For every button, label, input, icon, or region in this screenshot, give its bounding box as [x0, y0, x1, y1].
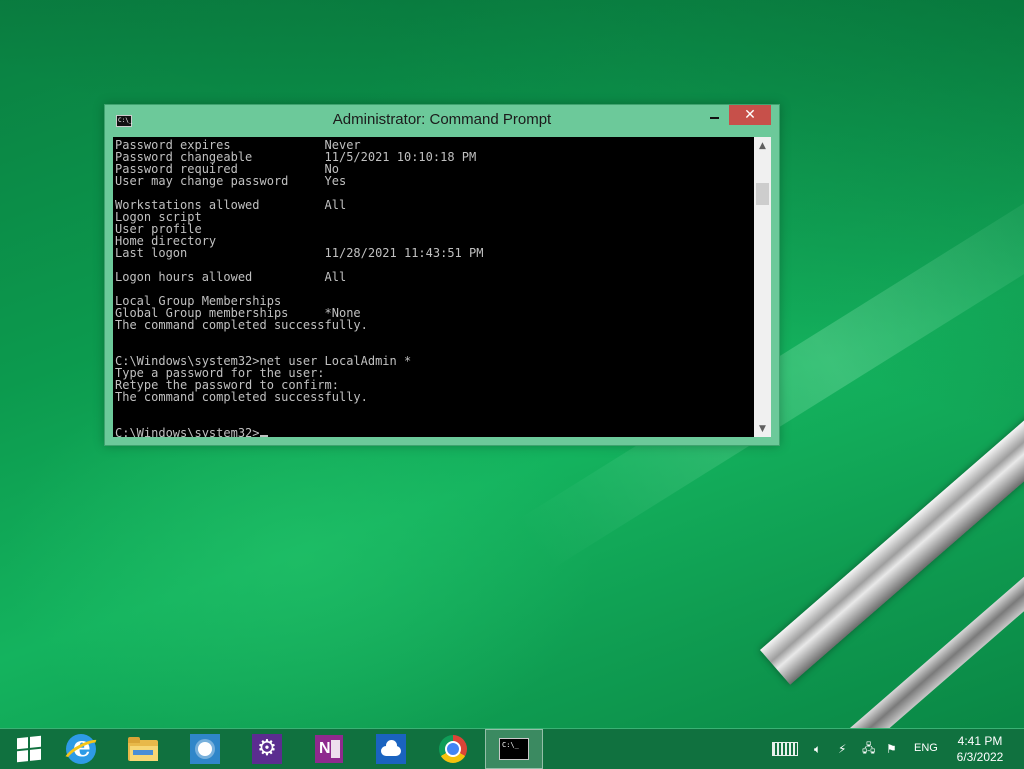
clock[interactable]: 4:41 PM 6/3/2022 — [950, 733, 1010, 765]
start-button[interactable] — [0, 729, 58, 769]
clock-date: 6/3/2022 — [956, 750, 1004, 764]
battery-icon: ⚡︎ — [838, 742, 847, 756]
chrome-icon — [439, 735, 467, 763]
scroll-down-button[interactable]: ▼ — [754, 420, 771, 437]
cloud-icon — [376, 734, 406, 764]
scrollbar-thumb[interactable] — [756, 183, 769, 205]
minimize-icon — [709, 117, 719, 119]
folder-icon — [128, 737, 158, 761]
scroll-up-button[interactable]: ▲ — [754, 137, 771, 154]
console-text: Password expires Never Password changeab… — [113, 137, 754, 437]
taskbar: ⚙ N C:\_ 🔈︎ ⚡︎ 🖧︎ ⚑ ENG 4:41 PM 6/3/2022 — [0, 728, 1024, 769]
power-button[interactable]: ⚡︎ — [838, 740, 846, 758]
window-titlebar[interactable]: C:\_ Administrator: Command Prompt ✕ — [105, 105, 779, 137]
taskbar-item-weather[interactable] — [176, 729, 234, 769]
speaker-muted-icon: 🔈︎ — [814, 741, 822, 756]
action-center-button[interactable]: ⚑ — [886, 740, 897, 758]
internet-explorer-icon — [66, 730, 96, 764]
sun-icon — [190, 734, 220, 764]
gear-icon: ⚙ — [252, 734, 282, 764]
network-icon: 🖧︎ — [862, 740, 876, 755]
volume-button[interactable]: 🔈︎ — [814, 740, 821, 758]
window-title: Administrator: Command Prompt — [332, 111, 552, 128]
taskbar-item-onedrive[interactable] — [362, 729, 420, 769]
windows-logo-icon — [17, 735, 41, 763]
taskbar-item-settings[interactable]: ⚙ — [238, 729, 296, 769]
keyboard-icon — [772, 742, 798, 756]
taskbar-item-onenote[interactable]: N — [300, 729, 358, 769]
close-icon: ✕ — [744, 107, 756, 123]
command-prompt-icon: C:\_ — [499, 738, 529, 760]
taskbar-item-internet-explorer[interactable] — [52, 729, 110, 769]
chevron-up-icon: ▲ — [759, 140, 766, 151]
vertical-scrollbar[interactable]: ▲ ▼ — [754, 137, 771, 437]
flag-icon: ⚑ — [886, 742, 897, 756]
touch-keyboard-button[interactable] — [772, 740, 798, 758]
command-prompt-window[interactable]: C:\_ Administrator: Command Prompt ✕ Pas… — [104, 104, 780, 446]
clock-time: 4:41 PM — [957, 734, 1003, 748]
taskbar-item-chrome[interactable] — [424, 729, 482, 769]
input-language[interactable]: ENG — [914, 742, 938, 754]
console-output[interactable]: Password expires Never Password changeab… — [113, 137, 754, 437]
console-history: Password expires Never Password changeab… — [115, 138, 484, 404]
chevron-down-icon: ▼ — [759, 423, 766, 434]
close-button[interactable]: ✕ — [729, 105, 771, 125]
minimize-button[interactable] — [701, 105, 727, 125]
onenote-icon: N — [315, 735, 343, 763]
console-prompt: C:\Windows\system32> — [115, 426, 260, 437]
network-button[interactable]: 🖧︎ — [862, 740, 875, 758]
text-cursor — [259, 435, 268, 437]
taskbar-item-command-prompt[interactable]: C:\_ — [485, 729, 543, 769]
taskbar-item-file-explorer[interactable] — [114, 729, 172, 769]
